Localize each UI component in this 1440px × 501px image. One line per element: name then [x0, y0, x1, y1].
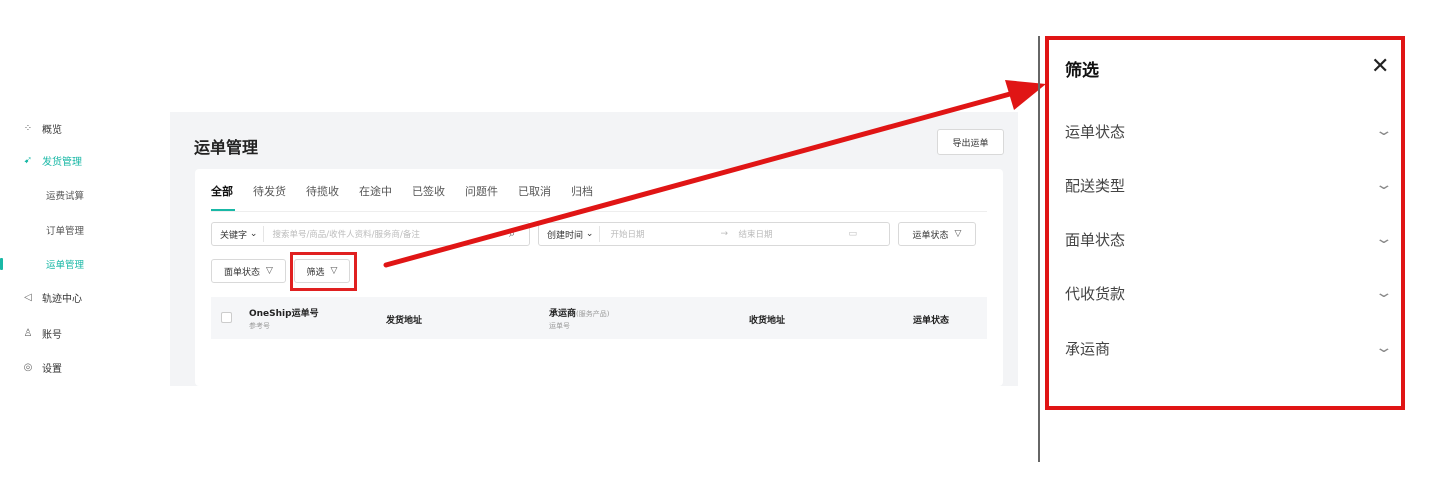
panel-divider: [1038, 36, 1040, 462]
tab-divider: [211, 211, 987, 212]
sidebar-subitem-orders[interactable]: 订单管理: [46, 220, 84, 240]
sidebar: ⁘ 概览 ➹ 发货管理 运费试算 订单管理 运单管理 ◁ 轨迹中心 ♙ 账号 ◎…: [0, 112, 168, 386]
tab-pending-ship[interactable]: 待发货: [253, 183, 286, 211]
tab-delivered[interactable]: 已签收: [412, 183, 445, 211]
table-header: OneShip运单号 参考号 发货地址 承运商(服务产品) 运单号 收货地址 运…: [211, 297, 987, 339]
filter-row-carrier[interactable]: 承运商 ⌄: [1065, 333, 1394, 363]
col-service-product-label: (服务产品): [576, 310, 610, 318]
col-oneship-waybill-label: OneShip运单号: [249, 309, 319, 319]
chevron-down-icon: ⌄: [1374, 177, 1394, 193]
filter-row-label: 代收货款: [1065, 284, 1126, 303]
settings-icon: ◎: [23, 361, 33, 373]
chevron-down-icon: ⌄: [1374, 231, 1394, 247]
chevron-down-icon: ⌄: [1374, 285, 1394, 301]
search-input[interactable]: 搜索单号/商品/收件人资料/服务商/备注: [264, 228, 509, 240]
col-waybill-status: 运单状态: [913, 313, 949, 326]
funnel-icon: ▽: [266, 266, 273, 276]
sidebar-item-tracking[interactable]: ◁ 轨迹中心: [0, 285, 168, 309]
page-title: 运单管理: [194, 138, 259, 157]
select-all-checkbox[interactable]: [221, 312, 232, 323]
filter-row-label: 承运商: [1065, 339, 1111, 358]
arrow-right-icon: →: [720, 229, 728, 239]
filter-panel: 筛选 ✕ 运单状态 ⌄ 配送类型 ⌄ 面单状态 ⌄ 代收货款 ⌄ 承运商 ⌄: [1045, 36, 1405, 410]
filter-row-cod[interactable]: 代收货款 ⌄: [1065, 278, 1394, 308]
face-status-filter-label: 面单状态: [224, 267, 261, 278]
date-type-label: 创建时间: [547, 230, 584, 241]
end-date-input[interactable]: 结束日期: [738, 228, 848, 240]
face-status-filter-button[interactable]: 面单状态 ▽: [211, 259, 286, 283]
filter-panel-title: 筛选: [1065, 61, 1099, 81]
tab-pending-pickup[interactable]: 待揽收: [306, 183, 339, 211]
export-waybills-button[interactable]: 导出运单: [937, 129, 1004, 155]
col-carrier-waybill-label: 运单号: [549, 322, 570, 330]
calendar-icon[interactable]: ▭: [848, 229, 857, 239]
active-indicator: [0, 258, 3, 270]
sidebar-item-label: 轨迹中心: [42, 293, 82, 305]
col-carrier-label: 承运商: [549, 309, 577, 319]
sidebar-item-label: 账号: [42, 329, 62, 341]
tab-problem[interactable]: 问题件: [465, 183, 498, 211]
tab-cancelled[interactable]: 已取消: [518, 183, 551, 211]
keyword-search: 关键字 ⌄ 搜索单号/商品/收件人资料/服务商/备注 ⌕: [211, 222, 530, 246]
sidebar-item-shipping[interactable]: ➹ 发货管理: [0, 148, 168, 172]
status-tabs: 全部 待发货 待揽收 在途中 已签收 问题件 已取消 归档: [211, 183, 613, 211]
sidebar-item-account[interactable]: ♙ 账号: [0, 321, 168, 345]
close-icon[interactable]: ✕: [1371, 54, 1389, 79]
chevron-down-icon: ⌄: [1374, 340, 1394, 356]
date-type-select[interactable]: 创建时间 ⌄: [539, 226, 601, 242]
chevron-down-icon: ⌄: [1374, 123, 1394, 139]
tab-all[interactable]: 全部: [211, 183, 235, 211]
col-ship-from: 发货地址: [386, 313, 422, 326]
col-carrier: 承运商(服务产品) 运单号: [549, 306, 609, 331]
filter-row-label: 运单状态: [1065, 122, 1126, 141]
filter-row-label: 配送类型: [1065, 176, 1126, 195]
keyword-select[interactable]: 关键字 ⌄: [212, 226, 265, 242]
col-reference-label: 参考号: [249, 322, 270, 330]
rocket-icon: ➹: [23, 154, 33, 166]
col-ship-from-label: 发货地址: [386, 316, 423, 326]
funnel-icon: ▽: [954, 229, 962, 239]
sidebar-item-label: 设置: [42, 363, 62, 375]
grid-icon: ⁘: [23, 122, 33, 134]
sidebar-item-label: 发货管理: [42, 156, 82, 168]
chevron-down-icon: ⌄: [249, 229, 258, 239]
col-ship-to: 收货地址: [749, 313, 785, 326]
waybill-status-filter-label: 运单状态: [912, 230, 949, 241]
send-icon: ◁: [24, 291, 32, 303]
sidebar-item-settings[interactable]: ◎ 设置: [0, 355, 168, 379]
filter-row-label: 面单状态: [1065, 230, 1126, 249]
main-content: 运单管理 导出运单 全部 待发货 待揽收 在途中 已签收 问题件 已取消 归档 …: [170, 112, 1018, 386]
waybill-status-filter-button[interactable]: 运单状态 ▽: [898, 222, 976, 246]
tab-in-transit[interactable]: 在途中: [359, 183, 392, 211]
sidebar-subitem-waybills[interactable]: 运单管理: [46, 254, 84, 274]
tab-archived[interactable]: 归档: [571, 183, 593, 211]
col-oneship-waybill: OneShip运单号 参考号: [249, 306, 319, 331]
sidebar-item-label: 概览: [42, 124, 62, 136]
sidebar-item-overview[interactable]: ⁘ 概览: [0, 116, 168, 140]
filter-row-waybill-status[interactable]: 运单状态 ⌄: [1065, 116, 1394, 146]
chevron-down-icon: ⌄: [585, 229, 594, 239]
sidebar-subitem-freight-calc[interactable]: 运费试算: [46, 185, 84, 205]
col-waybill-status-label: 运单状态: [913, 316, 950, 326]
user-icon: ♙: [23, 327, 33, 339]
date-range: 创建时间 ⌄ 开始日期 → 结束日期 ▭: [538, 222, 890, 246]
filter-row-delivery-type[interactable]: 配送类型 ⌄: [1065, 170, 1394, 200]
keyword-select-label: 关键字: [220, 230, 248, 241]
filter-row-face-status[interactable]: 面单状态 ⌄: [1065, 224, 1394, 254]
col-ship-to-label: 收货地址: [749, 316, 786, 326]
start-date-input[interactable]: 开始日期: [600, 228, 720, 240]
highlight-box: [290, 252, 357, 291]
search-icon[interactable]: ⌕: [509, 227, 529, 241]
